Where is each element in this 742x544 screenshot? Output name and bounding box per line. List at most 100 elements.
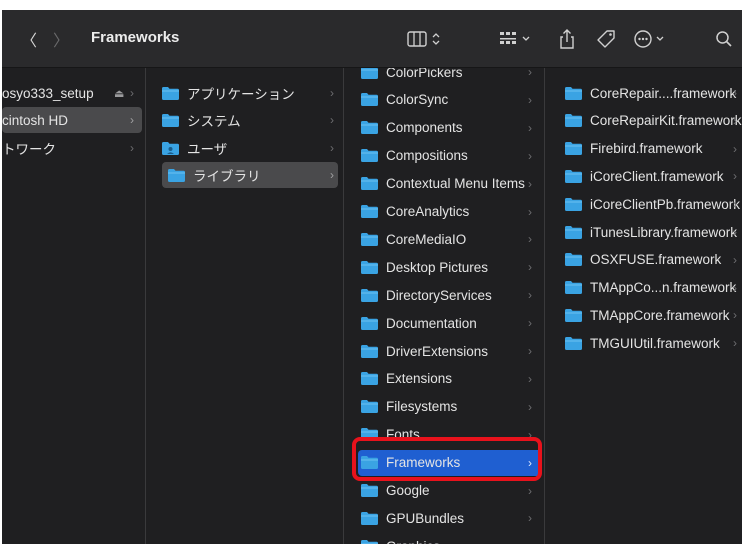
grid-icon xyxy=(500,32,530,44)
sidebar-item-network[interactable]: トワーク › xyxy=(2,135,142,161)
back-button[interactable]: 〈 xyxy=(18,27,40,51)
sidebar-item-macintosh-hd[interactable]: cintosh HD › xyxy=(2,107,142,133)
chevron-right-icon: › xyxy=(733,169,737,184)
folder-icon xyxy=(361,511,378,525)
list-item[interactable]: Extensions › xyxy=(358,366,542,392)
chevron-right-icon: › xyxy=(528,120,532,135)
search-icon xyxy=(716,31,732,47)
list-item[interactable]: TMGUIUtil.framework › xyxy=(565,330,741,356)
item-label: Components xyxy=(386,120,463,136)
folder-icon xyxy=(565,225,582,239)
search-button[interactable] xyxy=(712,27,736,51)
list-item[interactable]: Google › xyxy=(358,478,542,504)
list-item[interactable]: Documentation › xyxy=(358,310,542,336)
item-label: TMAppCo...n.framework xyxy=(590,280,737,296)
list-item[interactable]: CoreRepairKit.framework › xyxy=(565,108,742,134)
folder-icon xyxy=(361,288,378,302)
list-item[interactable]: Filesystems › xyxy=(358,394,542,420)
chevron-right-icon: › xyxy=(528,483,532,498)
list-item[interactable]: Firebird.framework › xyxy=(565,136,741,162)
list-item[interactable]: CoreMediaIO › xyxy=(358,226,542,252)
item-label: Filesystems xyxy=(386,399,458,415)
list-item[interactable]: アプリケーション › xyxy=(162,80,338,106)
list-item[interactable]: Compositions › xyxy=(358,143,542,169)
chevron-right-icon: › xyxy=(733,86,737,100)
chevron-right-icon: › xyxy=(733,113,737,128)
list-item[interactable]: Contextual Menu Items › xyxy=(358,171,542,197)
finder-window: 〈 〉 Frameworks osyo333_setup ⏏ › cintosh… xyxy=(0,0,742,544)
item-label: DriverExtensions xyxy=(386,343,489,359)
view-mode-button[interactable] xyxy=(404,27,448,51)
chevron-right-icon: › xyxy=(733,197,737,212)
more-actions-button[interactable] xyxy=(632,27,672,51)
chevron-left-icon: 〈 xyxy=(20,33,37,50)
list-item[interactable]: システム › xyxy=(162,107,338,133)
item-label: Fonts xyxy=(386,427,420,443)
list-item[interactable]: CoreAnalytics › xyxy=(358,199,542,225)
frameworks-column: CoreRepair....framework › CoreRepairKit.fr… xyxy=(545,68,742,544)
list-item[interactable]: OSXFUSE.framework › xyxy=(565,247,741,273)
list-item[interactable]: TMAppCore.framework › xyxy=(565,302,741,328)
list-item[interactable]: iCoreClientPb.framework › xyxy=(565,191,741,217)
chevron-right-icon: › xyxy=(528,204,532,219)
sidebar-item-setup[interactable]: osyo333_setup ⏏ › xyxy=(2,80,142,106)
item-label: iCoreClientPb.framework xyxy=(590,196,741,212)
list-item[interactable]: ユーザ › xyxy=(162,135,338,161)
chevron-right-icon: › xyxy=(528,344,532,358)
item-label: Documentation xyxy=(386,315,477,331)
share-icon xyxy=(560,29,574,49)
group-button[interactable] xyxy=(496,27,540,51)
chevron-right-icon: › xyxy=(528,371,532,386)
folder-icon xyxy=(162,86,179,100)
library-column: ColorPickers › ColorSync › Components › Compos… xyxy=(344,68,545,544)
list-item[interactable]: CoreRepair....framework › xyxy=(565,80,741,106)
item-label: Desktop Pictures xyxy=(386,259,489,275)
item-label: CoreAnalytics xyxy=(386,204,470,219)
list-item[interactable]: iCoreClient.framework › xyxy=(565,163,741,189)
item-label: Google xyxy=(386,483,430,498)
user-folder-icon xyxy=(162,141,179,155)
chevron-right-icon: › xyxy=(528,427,532,442)
list-item[interactable]: DirectoryServices › xyxy=(358,282,542,308)
chevron-right-icon: › xyxy=(528,176,532,191)
column-browser: osyo333_setup ⏏ › cintosh HD › トワーク › アプ… xyxy=(2,68,742,544)
columns-view-icon xyxy=(407,31,440,47)
list-item[interactable]: Fonts › xyxy=(358,422,542,448)
list-item[interactable]: iTunesLibrary.framework › xyxy=(565,219,741,245)
share-button[interactable] xyxy=(555,27,579,51)
root-column: アプリケーション › システム › ユーザ › ライブラリ › xyxy=(146,68,344,544)
item-label: ライブラリ xyxy=(193,169,261,184)
tag-button[interactable] xyxy=(594,27,618,51)
folder-icon xyxy=(361,344,378,358)
list-item[interactable]: Graphics › xyxy=(358,533,542,544)
chevron-right-icon: › xyxy=(528,455,532,470)
chevron-right-icon: 〉 xyxy=(52,33,69,50)
item-label: アプリケーション xyxy=(187,87,295,102)
eject-icon[interactable]: ⏏ xyxy=(114,87,124,100)
list-item[interactable]: Desktop Pictures › xyxy=(358,254,542,280)
item-label: Graphics xyxy=(386,539,440,544)
folder-icon xyxy=(361,400,378,414)
folder-icon xyxy=(361,177,378,191)
list-item[interactable]: Components › xyxy=(358,115,542,141)
list-item[interactable]: DriverExtensions › xyxy=(358,338,542,364)
folder-icon xyxy=(361,232,378,246)
folder-icon xyxy=(361,316,378,330)
list-item-selected[interactable]: ライブラリ › xyxy=(162,162,338,188)
folder-icon xyxy=(361,260,378,274)
item-label: Firebird.framework xyxy=(590,141,703,157)
item-label: OSXFUSE.framework xyxy=(590,252,722,268)
list-item-selected[interactable]: Frameworks › xyxy=(358,449,542,476)
folder-icon xyxy=(168,168,185,182)
list-item[interactable]: TMAppCo...n.framework › xyxy=(565,275,741,301)
list-item[interactable]: ColorSync › xyxy=(358,87,542,113)
folder-icon xyxy=(361,456,378,470)
list-item[interactable]: GPUBundles › xyxy=(358,505,542,531)
chevron-right-icon: › xyxy=(733,225,737,239)
forward-button[interactable]: 〉 xyxy=(50,27,72,51)
chevron-right-icon: › xyxy=(733,308,737,323)
sidebar-item-label: トワーク xyxy=(2,142,56,157)
item-label: CoreMediaIO xyxy=(386,231,467,247)
list-item[interactable]: ColorPickers › xyxy=(358,68,542,85)
window-title: Frameworks xyxy=(91,29,180,46)
